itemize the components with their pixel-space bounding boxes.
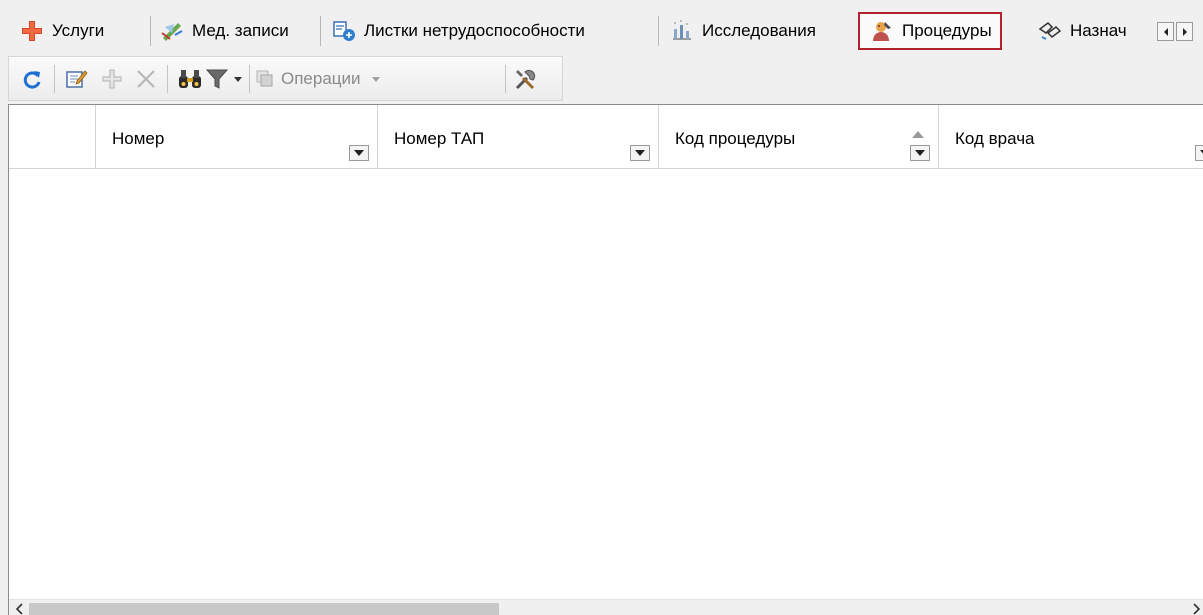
tab-scroll-left-button[interactable] bbox=[1157, 22, 1174, 41]
chevron-down-icon bbox=[635, 150, 645, 156]
procedures-grid: Номер Номер ТАП Код процедуры Код врача bbox=[8, 104, 1203, 615]
column-filter-button[interactable] bbox=[1195, 145, 1203, 161]
horizontal-scrollbar[interactable] bbox=[9, 599, 1203, 615]
tab-services[interactable]: Услуги bbox=[20, 14, 104, 48]
edit-icon bbox=[66, 70, 88, 88]
tab-procedures[interactable]: Процедуры bbox=[858, 12, 1002, 50]
toolbar-divider bbox=[505, 65, 506, 93]
chevron-down-icon bbox=[371, 77, 380, 82]
toolbar-divider bbox=[249, 65, 250, 93]
arrow-left-icon bbox=[1163, 27, 1168, 36]
tab-divider bbox=[150, 16, 151, 46]
find-button[interactable] bbox=[177, 64, 203, 94]
column-header-label: Номер bbox=[112, 129, 165, 148]
tab-med-records[interactable]: Мед. записи bbox=[160, 14, 289, 48]
prescription-icon bbox=[1038, 22, 1062, 40]
tab-divider bbox=[658, 16, 659, 46]
toolbar-divider bbox=[167, 65, 168, 93]
chevron-right-icon bbox=[1192, 602, 1200, 615]
filter-button[interactable] bbox=[205, 64, 243, 94]
scrollbar-thumb[interactable] bbox=[29, 603, 499, 615]
tab-sick-leave[interactable]: Листки нетрудоспособности bbox=[332, 14, 585, 48]
column-header-label: Код врача bbox=[955, 129, 1035, 148]
close-icon bbox=[137, 70, 155, 88]
tools-icon bbox=[515, 69, 536, 90]
medical-record-icon bbox=[161, 23, 183, 41]
chevron-down-icon bbox=[915, 150, 925, 156]
tab-label: Услуги bbox=[52, 21, 105, 40]
column-filter-button[interactable] bbox=[349, 145, 369, 161]
tab-label: Мед. записи bbox=[192, 21, 289, 40]
medical-cross-icon bbox=[22, 21, 42, 41]
sort-ascending-icon bbox=[912, 131, 924, 138]
operations-dropdown[interactable]: Операции bbox=[255, 64, 381, 94]
tab-label: Процедуры bbox=[902, 21, 992, 40]
grid-toolbar: Операции bbox=[8, 56, 563, 101]
column-header-tap-number[interactable]: Номер ТАП bbox=[378, 105, 659, 168]
procedure-icon bbox=[873, 22, 891, 41]
column-header-label: Номер ТАП bbox=[394, 129, 485, 148]
chevron-down-icon bbox=[354, 150, 364, 156]
row-indicator-header bbox=[9, 105, 96, 168]
refresh-icon bbox=[23, 71, 41, 89]
toolbar-divider bbox=[54, 65, 55, 93]
grid-header: Номер Номер ТАП Код процедуры Код врача bbox=[9, 105, 1203, 169]
tab-label: Назнач bbox=[1070, 21, 1127, 40]
filter-icon bbox=[205, 69, 229, 89]
tab-strip: Услуги Мед. записи Листки нетрудоспособн… bbox=[0, 0, 1203, 52]
plus-icon bbox=[102, 69, 122, 89]
binoculars-icon bbox=[179, 70, 201, 88]
refresh-button[interactable] bbox=[21, 64, 43, 94]
operations-icon bbox=[256, 70, 273, 87]
operations-label: Операции bbox=[281, 69, 361, 88]
edit-button[interactable] bbox=[65, 64, 89, 94]
tab-prescriptions[interactable]: Назнач bbox=[1038, 14, 1127, 48]
tab-label: Исследования bbox=[702, 21, 816, 40]
column-header-doctor-code[interactable]: Код врача bbox=[939, 105, 1203, 168]
scroll-left-button[interactable] bbox=[11, 601, 28, 615]
add-button[interactable] bbox=[101, 64, 123, 94]
scroll-right-button[interactable] bbox=[1187, 601, 1203, 615]
column-header-label: Код процедуры bbox=[675, 129, 796, 148]
tab-label: Листки нетрудоспособности bbox=[364, 21, 585, 40]
chevron-down-icon bbox=[234, 77, 242, 82]
tab-divider bbox=[320, 16, 321, 46]
grid-body[interactable] bbox=[9, 169, 1203, 599]
chevron-left-icon bbox=[15, 602, 23, 615]
column-filter-button[interactable] bbox=[630, 145, 650, 161]
delete-button[interactable] bbox=[135, 64, 157, 94]
arrow-right-icon bbox=[1182, 27, 1187, 36]
column-header-procedure-code[interactable]: Код процедуры bbox=[659, 105, 939, 168]
sick-leave-icon bbox=[333, 21, 355, 41]
tools-button[interactable] bbox=[513, 64, 539, 94]
tab-scroll-right-button[interactable] bbox=[1176, 22, 1193, 41]
column-filter-button[interactable] bbox=[910, 145, 930, 161]
research-icon bbox=[673, 20, 691, 40]
column-header-number[interactable]: Номер bbox=[96, 105, 378, 168]
tab-research[interactable]: Исследования bbox=[670, 14, 816, 48]
